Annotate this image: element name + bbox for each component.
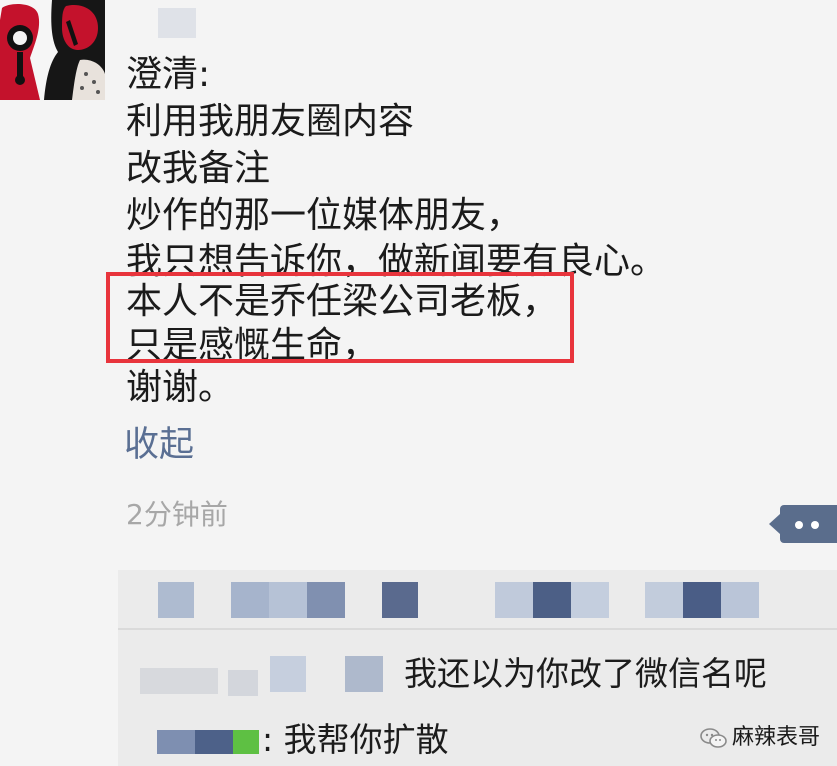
post-line: 利用我朋友圈内容 <box>126 101 415 142</box>
blurred-block <box>683 582 721 618</box>
blurred-block <box>533 582 571 618</box>
collapse-link[interactable]: 收起 <box>124 422 194 468</box>
post-timestamp: 2分钟前 <box>126 498 228 531</box>
blurred-block <box>382 582 418 618</box>
dot-icon <box>795 521 803 529</box>
dot-icon <box>811 521 819 529</box>
blurred-block <box>158 582 194 618</box>
commenter-name-blurred <box>195 730 233 754</box>
watermark-text: 麻辣表哥 <box>732 725 821 750</box>
post-line: 改我备注 <box>126 148 271 189</box>
post-line: 澄清: <box>126 54 211 95</box>
blurred-block <box>307 582 345 618</box>
blurred-block <box>571 582 609 618</box>
blurred-block <box>231 582 269 618</box>
wechat-icon <box>700 727 727 749</box>
post-line: 谢谢。 <box>126 367 235 408</box>
more-actions-button[interactable] <box>769 505 837 543</box>
watermark: 麻辣表哥 <box>700 718 820 758</box>
blurred-block <box>721 582 759 618</box>
avatar-image <box>0 0 105 100</box>
commenter-name-blurred <box>157 730 195 754</box>
commenter-name-blurred <box>233 730 259 754</box>
author-name-blurred <box>158 8 196 38</box>
blurred-block <box>645 582 683 618</box>
blurred-block <box>269 582 307 618</box>
post-line: 炒作的那一位媒体朋友， <box>126 195 523 236</box>
commenter-name-blurred <box>228 670 258 696</box>
highlight-box <box>106 272 574 363</box>
commenter-name-blurred <box>140 668 218 694</box>
comment-text: 我还以为你改了微信名呢 <box>404 654 767 693</box>
blurred-block <box>495 582 533 618</box>
commenter-name-blurred <box>270 656 306 692</box>
avatar[interactable] <box>0 0 105 100</box>
divider <box>118 628 837 630</box>
commenter-name-blurred <box>345 656 383 692</box>
comment-text: : 我帮你扩散 <box>262 720 449 759</box>
